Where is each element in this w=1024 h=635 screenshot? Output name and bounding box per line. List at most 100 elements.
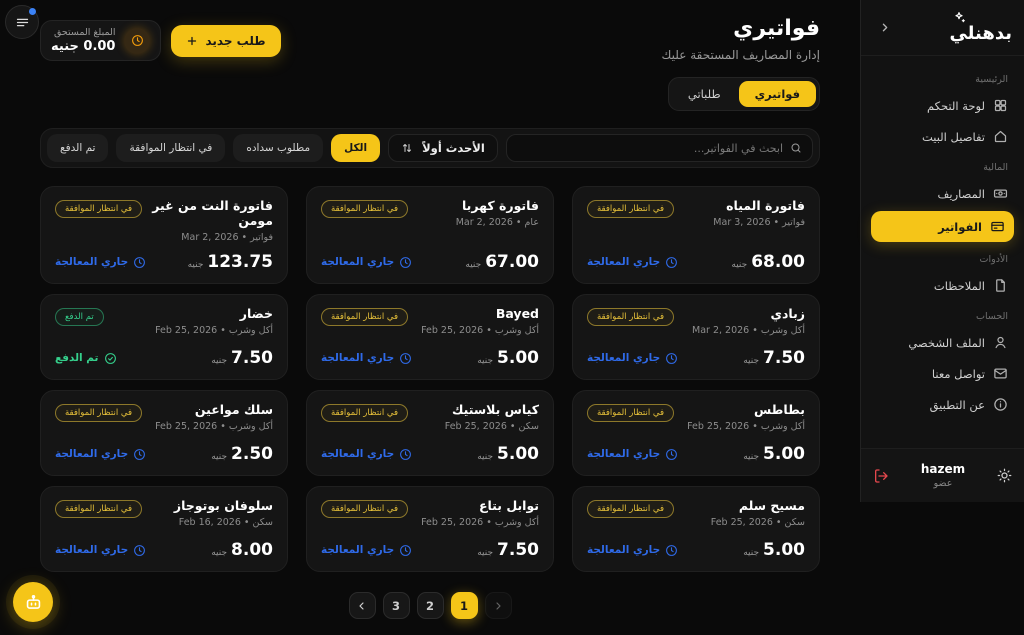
invoice-amount: 5.00 جنيه (477, 444, 539, 464)
clock-icon (665, 448, 678, 461)
due-amount-value: 0.00 جنيه (51, 39, 116, 54)
section-label-account: الحساب (976, 311, 1008, 322)
new-request-label: طلب جديد (205, 33, 266, 48)
invoice-title: Bayed (495, 306, 539, 321)
user-role: عضو (933, 478, 953, 489)
filter-chip-payment-required[interactable]: مطلوب سداده (233, 134, 324, 162)
approval-badge: في انتظار الموافقة (587, 200, 675, 218)
invoice-card[interactable]: فاتورة كهربا عام • Mar 2, 2026 في انتظار ا… (306, 186, 554, 284)
menu-button[interactable] (5, 5, 39, 39)
tab-my-requests[interactable]: طلباتي (672, 81, 737, 107)
section-label-main: الرئيسية (975, 74, 1008, 85)
page-button-3[interactable]: 3 (382, 592, 410, 619)
invoice-title: كياس بلاستيك (452, 402, 539, 417)
theme-toggle-button[interactable] (997, 468, 1012, 483)
invoice-amount: 7.50 جنيه (743, 348, 805, 368)
invoice-title: فاتورة كهربا (461, 198, 539, 213)
invoice-meta: أكل وشرب • Feb 25, 2026 (155, 421, 273, 432)
approval-badge: في انتظار الموافقة (55, 200, 143, 218)
sidebar-item-about[interactable]: عن التطبيق (861, 389, 1024, 420)
chatbot-fab-button[interactable] (13, 582, 53, 622)
page-header: فواتيري إدارة المصاريف المستحقة عليك طلب… (40, 16, 820, 62)
clock-icon (399, 256, 412, 269)
payment-status: جاري المعالجة (321, 256, 412, 269)
sidebar-item-profile[interactable]: الملف الشخصي (861, 327, 1024, 358)
invoice-card[interactable]: Bayed أكل وشرب • Feb 25, 2026 في انتظار ال… (306, 294, 554, 380)
note-file-icon (993, 278, 1008, 293)
invoice-card[interactable]: بطاطس أكل وشرب • Feb 25, 2026 في انتظار ال… (572, 390, 820, 476)
collapse-sidebar-button[interactable] (871, 18, 891, 38)
invoice-meta: سكن • Feb 25, 2026 (444, 421, 539, 432)
payment-status: جاري المعالجة (55, 256, 146, 269)
invoice-card[interactable]: سلك مواعين أكل وشرب • Feb 25, 2026 في انتظ… (40, 390, 288, 476)
invoice-card[interactable]: زبادي أكل وشرب • Mar 2, 2026 في انتظار الم… (572, 294, 820, 380)
invoice-meta: عام • Mar 2, 2026 (455, 217, 539, 228)
search-input[interactable] (516, 141, 783, 155)
invoice-title: بطاطس (753, 402, 805, 417)
invoice-amount: 67.00 جنيه (465, 252, 539, 272)
pagination: 1 2 3 (40, 592, 820, 619)
payment-status: جاري المعالجة (587, 256, 678, 269)
invoice-card[interactable]: كياس بلاستيك سكن • Feb 25, 2026 في انتظار … (306, 390, 554, 476)
chevron-left-icon (356, 600, 368, 612)
invoice-card[interactable]: فاتورة المياه فواتير • Mar 3, 2026 في انتظ… (572, 186, 820, 284)
sidebar-item-notes[interactable]: الملاحظات (861, 270, 1024, 301)
page-button-1[interactable]: 1 (450, 592, 478, 619)
filter-chip-all[interactable]: الكل (331, 134, 381, 162)
payment-status: جاري المعالجة (321, 544, 412, 557)
approval-badge: في انتظار الموافقة (587, 404, 675, 422)
new-request-button[interactable]: طلب جديد (171, 24, 281, 57)
sidebar-item-contact[interactable]: تواصل معنا (861, 358, 1024, 389)
invoice-meta: أكل وشرب • Feb 25, 2026 (687, 421, 805, 432)
previous-page-button[interactable] (348, 592, 376, 619)
clock-icon (133, 448, 146, 461)
tabs-row: فواتيري طلباتي (40, 77, 820, 111)
invoice-card[interactable]: فاتورة النت من غير مومن فواتير • Mar 2, 2… (40, 186, 288, 284)
logout-button[interactable] (873, 468, 889, 484)
sort-button[interactable]: الأحدث أولاً (388, 134, 498, 162)
section-label-finance: المالية (983, 162, 1008, 173)
sidebar-item-house-details[interactable]: تفاصيل البيت (861, 121, 1024, 152)
filter-chip-awaiting-approval[interactable]: في انتظار الموافقة (116, 134, 226, 162)
due-amount-label: المبلغ المستحق (53, 27, 116, 38)
page-subtitle: إدارة المصاريف المستحقة عليك (661, 48, 820, 62)
user-icon (993, 335, 1008, 350)
due-amount-card: المبلغ المستحق 0.00 جنيه (40, 20, 162, 61)
chevron-right-icon (492, 600, 504, 612)
tab-my-invoices[interactable]: فواتيري (738, 81, 816, 107)
invoice-meta: أكل وشرب • Feb 25, 2026 (421, 325, 539, 336)
sidebar: بدهنلي الرئيسية لوحة التحكم تفاصيل البيت… (860, 0, 1024, 502)
nav-item-label: لوحة التحكم (927, 98, 985, 113)
filter-bar: الأحدث أولاً الكل مطلوب سداده في انتظار … (40, 128, 820, 168)
sidebar-item-invoices[interactable]: الفواتير (871, 211, 1014, 242)
page-button-2[interactable]: 2 (416, 592, 444, 619)
invoice-amount: 7.50 جنيه (477, 540, 539, 560)
clock-icon (133, 544, 146, 557)
page-titles: فواتيري إدارة المصاريف المستحقة عليك (662, 16, 820, 62)
dashboard-grid-icon (993, 98, 1008, 113)
approval-badge: في انتظار الموافقة (587, 500, 675, 518)
invoice-title: سلك مواعين (194, 402, 273, 417)
payment-status: جاري المعالجة (587, 352, 678, 365)
payment-status: جاري المعالجة (321, 352, 412, 365)
filter-chip-paid[interactable]: تم الدفع (47, 134, 109, 162)
invoice-card[interactable]: توابل بتاع أكل وشرب • Feb 25, 2026 في انتظ… (306, 486, 554, 572)
invoice-title: سلوفان بوتوجاز (173, 498, 273, 513)
clock-icon (399, 544, 412, 557)
notification-dot (29, 8, 36, 15)
approval-badge: في انتظار الموافقة (587, 308, 675, 326)
invoice-card[interactable]: خضار أكل وشرب • Feb 25, 2026 تم الدفع 7.50… (40, 294, 288, 380)
nav-item-label: تفاصيل البيت (921, 129, 985, 144)
logo-text: بدهنلي (949, 23, 1012, 44)
home-icon (993, 129, 1008, 144)
approval-badge: في انتظار الموافقة (321, 200, 409, 218)
plus-icon (186, 35, 198, 47)
user-info: hazem عضو (921, 462, 965, 489)
invoice-card[interactable]: سلوفان بوتوجاز سكن • Feb 16, 2026 في انتظا… (40, 486, 288, 572)
invoice-grid: فاتورة المياه فواتير • Mar 3, 2026 في انتظ… (40, 186, 820, 572)
next-page-button[interactable] (484, 592, 512, 619)
invoice-amount: 2.50 جنيه (211, 444, 273, 464)
sidebar-item-expenses[interactable]: المصاريف (861, 178, 1024, 209)
sidebar-item-dashboard[interactable]: لوحة التحكم (861, 90, 1024, 121)
invoice-card[interactable]: مسيح سلم سكن • Feb 25, 2026 في انتظار المو… (572, 486, 820, 572)
